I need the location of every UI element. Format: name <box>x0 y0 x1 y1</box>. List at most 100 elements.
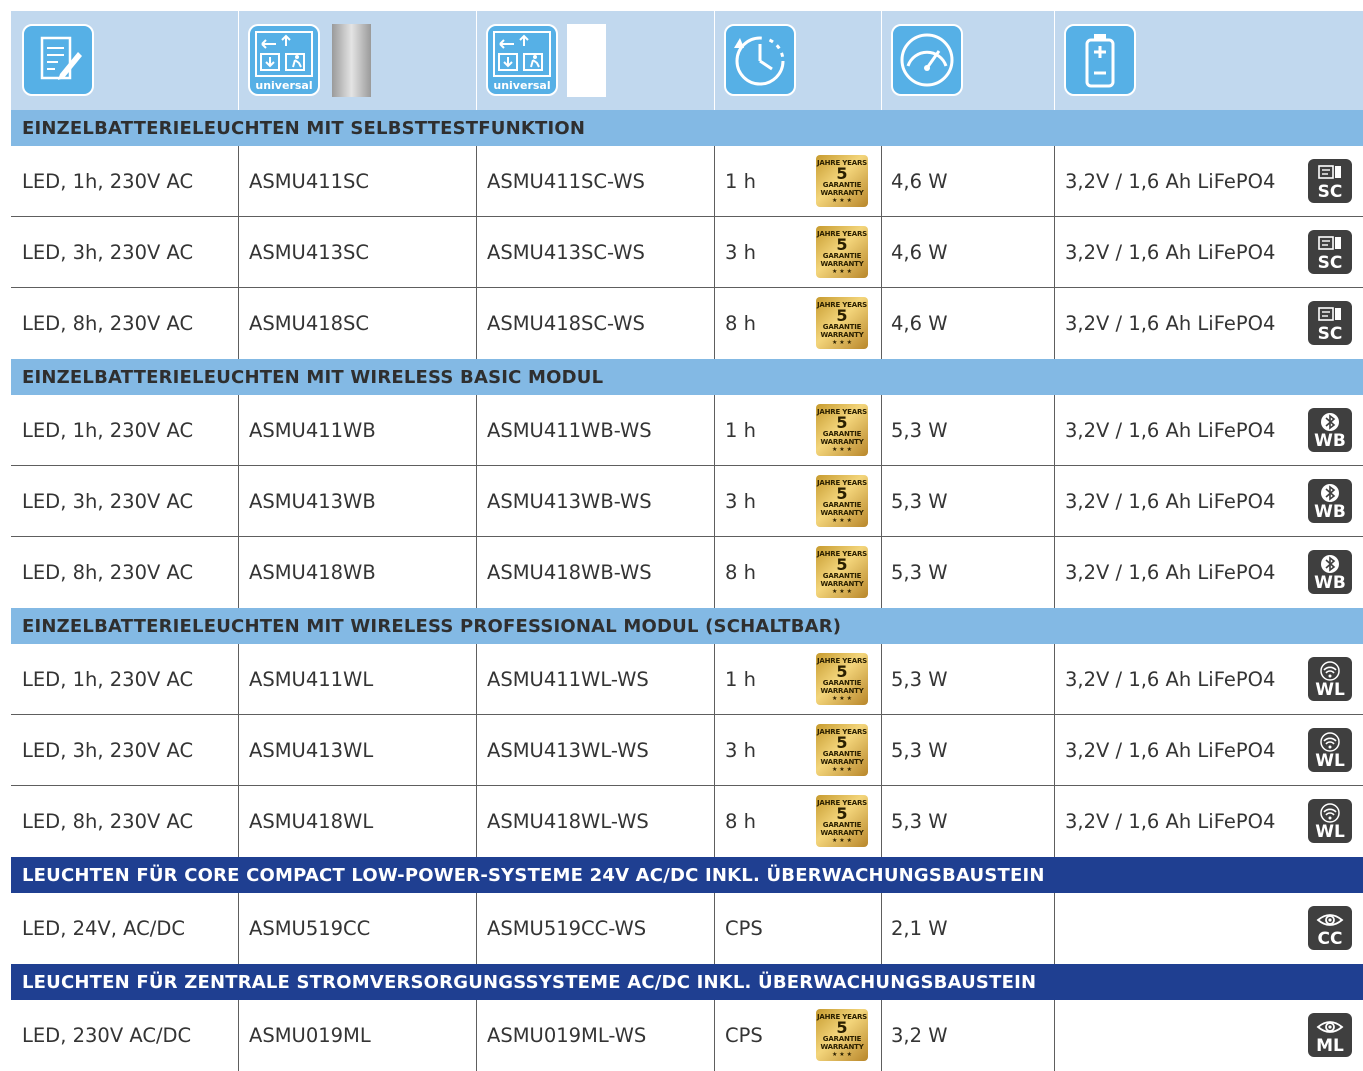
document-edit-icon-graphic <box>40 36 82 80</box>
warranty-number: 5 <box>836 413 848 432</box>
battery-icon <box>1064 24 1136 96</box>
article-number-cell: ASMU418WL <box>249 810 374 833</box>
feature-badge-ml: ML <box>1308 1013 1352 1057</box>
power-cell: 4,6 W <box>891 169 948 193</box>
power-cell: 5,3 W <box>891 738 948 762</box>
column-divider <box>476 644 477 714</box>
description-cell: LED, 8h, 230V AC <box>22 312 194 335</box>
column-divider <box>714 1000 715 1071</box>
column-divider <box>476 786 477 857</box>
column-divider <box>238 466 239 536</box>
warranty-number: 5 <box>836 555 848 574</box>
feature-badge-label: ML <box>1316 1036 1344 1056</box>
warranty-garantie-text: GARANTIE <box>822 1035 862 1043</box>
column-divider <box>476 146 477 216</box>
feature-badge-label: SC <box>1317 253 1343 273</box>
article-number-white-cell: ASMU413SC-WS <box>487 240 645 264</box>
column-divider <box>238 715 239 785</box>
column-divider <box>476 1000 477 1071</box>
column-divider <box>714 466 715 536</box>
power-cell: 5,3 W <box>891 667 948 691</box>
column-divider <box>238 217 239 287</box>
description-cell: LED, 24V, AC/DC <box>22 917 185 940</box>
warranty-garantie-text: GARANTIE <box>822 501 862 509</box>
clock-duration-icon-graphic <box>734 36 785 86</box>
column-divider <box>238 1000 239 1071</box>
bluetooth-icon <box>1321 413 1339 431</box>
table-row: LED, 1h, 230V AC ASMU411SC ASMU411SC-WS 1 h… <box>11 146 1363 217</box>
column-divider <box>476 466 477 536</box>
feature-badge-sc: SC <box>1308 159 1352 203</box>
warranty-stars: ★ ★ ★ <box>832 1051 852 1058</box>
warranty-warranty-text: WARRANTY <box>820 580 864 588</box>
warranty-stars: ★ ★ ★ <box>832 588 852 595</box>
duration-cell: 8 h <box>725 312 756 335</box>
exit-sign-universal-icon: universal <box>248 24 320 96</box>
feature-badge-label: SC <box>1317 182 1343 202</box>
warranty-garantie-text: GARANTIE <box>822 821 862 829</box>
duration-cell: 8 h <box>725 561 756 584</box>
table-row: LED, 24V, AC/DC ASMU519CC ASMU519CC-WS CPS 2… <box>11 893 1363 964</box>
warranty-5-years-seal: JAHRE YEARS 5 GARANTIE WARRANTY ★ ★ ★ <box>816 475 868 527</box>
wifi-icon <box>1320 661 1340 681</box>
column-divider <box>714 537 715 608</box>
column-divider <box>881 644 882 714</box>
warranty-number: 5 <box>836 164 848 183</box>
warranty-garantie-text: GARANTIE <box>822 679 862 687</box>
warranty-number: 5 <box>836 306 848 325</box>
warranty-stars: ★ ★ ★ <box>832 268 852 275</box>
wifi-icon <box>1320 732 1340 752</box>
description-cell: LED, 3h, 230V AC <box>22 240 194 264</box>
article-number-cell: ASMU413WL <box>249 738 374 762</box>
column-divider <box>476 715 477 785</box>
warranty-number: 5 <box>836 484 848 503</box>
column-divider <box>238 644 239 714</box>
warranty-garantie-text: GARANTIE <box>822 750 862 758</box>
column-divider <box>1054 466 1055 536</box>
duration-cell: 1 h <box>725 667 756 691</box>
section-heading: EINZELBATTERIELEUCHTEN MIT SELBSTTESTFUN… <box>11 110 1363 146</box>
feature-badge-label: WL <box>1315 751 1345 771</box>
article-number-white-cell: ASMU411SC-WS <box>487 169 645 193</box>
warranty-warranty-text: WARRANTY <box>820 829 864 837</box>
feature-badge-label: WB <box>1314 502 1346 522</box>
warranty-5-years-seal: JAHRE YEARS 5 GARANTIE WARRANTY ★ ★ ★ <box>816 155 868 207</box>
selftest-icon <box>1318 236 1341 250</box>
warranty-stars: ★ ★ ★ <box>832 837 852 844</box>
column-divider <box>714 786 715 857</box>
article-number-white-cell: ASMU418WB-WS <box>487 561 652 584</box>
column-divider <box>881 217 882 287</box>
eye-icon <box>1316 1021 1344 1033</box>
column-divider <box>238 786 239 857</box>
warranty-warranty-text: WARRANTY <box>820 509 864 517</box>
column-divider <box>476 395 477 465</box>
feature-badge-wb: WB <box>1308 479 1352 523</box>
column-divider <box>881 893 882 964</box>
article-number-white-cell: ASMU413WL-WS <box>487 738 649 762</box>
section-heading: LEUCHTEN FÜR CORE COMPACT LOW-POWER-SYST… <box>11 857 1363 893</box>
table-body: EINZELBATTERIELEUCHTEN MIT SELBSTTESTFUN… <box>11 110 1363 1071</box>
column-divider <box>238 146 239 216</box>
column-divider <box>1054 715 1055 785</box>
warranty-5-years-seal: JAHRE YEARS 5 GARANTIE WARRANTY ★ ★ ★ <box>816 404 868 456</box>
warranty-number: 5 <box>836 1018 848 1037</box>
section-heading: LEUCHTEN FÜR ZENTRALE STROMVERSORGUNGSSY… <box>11 964 1363 1000</box>
duration-cell: CPS <box>725 1024 763 1047</box>
article-number-cell: ASMU418SC <box>249 312 370 335</box>
feature-badge-sc: SC <box>1308 230 1352 274</box>
description-cell: LED, 3h, 230V AC <box>22 489 194 513</box>
column-divider <box>1054 395 1055 465</box>
description-cell: LED, 3h, 230V AC <box>22 738 194 762</box>
warranty-warranty-text: WARRANTY <box>820 687 864 695</box>
description-cell: LED, 1h, 230V AC <box>22 667 194 691</box>
column-divider <box>714 146 715 216</box>
exit-sign-universal-icon: universal <box>486 24 558 96</box>
table-row: LED, 8h, 230V AC ASMU418SC ASMU418SC-WS 8 h… <box>11 288 1363 359</box>
warranty-stars: ★ ★ ★ <box>832 766 852 773</box>
warranty-warranty-text: WARRANTY <box>820 260 864 268</box>
warranty-5-years-seal: JAHRE YEARS 5 GARANTIE WARRANTY ★ ★ ★ <box>816 1009 868 1061</box>
header-icon-bar: universal universal <box>11 11 1363 110</box>
column-divider <box>476 893 477 964</box>
column-divider <box>714 217 715 287</box>
bluetooth-icon <box>1321 484 1339 502</box>
